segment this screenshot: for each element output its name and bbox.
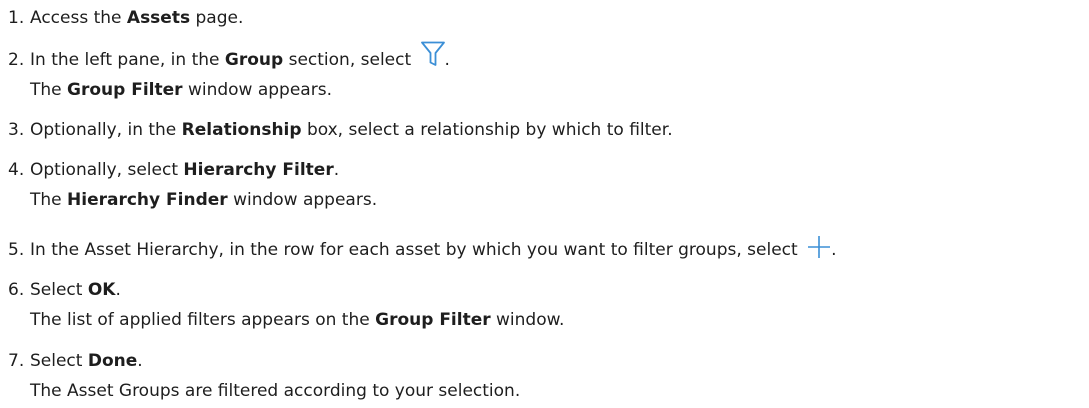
step-result: The Group Filter window appears. [30, 80, 332, 100]
step-instruction: In the left pane, in the Group section, … [30, 41, 450, 75]
plus-icon [807, 235, 831, 259]
step-instruction: In the Asset Hierarchy, in the row for e… [30, 235, 836, 265]
step-number: 3. [8, 120, 25, 140]
step-number: 6. [8, 280, 25, 300]
ui-term: Relationship [181, 120, 302, 140]
step-1: 1. Access the Assets page. [0, 3, 1089, 33]
ui-term: Hierarchy Filter [183, 160, 334, 180]
step-2: 2. In the left pane, in the Group sectio… [0, 41, 1089, 105]
step-number: 7. [8, 351, 25, 371]
step-instruction: Optionally, select Hierarchy Filter. [30, 160, 340, 180]
step-result: The Asset Groups are filtered according … [30, 381, 521, 401]
step-result: The list of applied filters appears on t… [30, 310, 565, 330]
ui-term: Group [224, 50, 284, 70]
step-7: 7. Select Done. The Asset Groups are fil… [0, 346, 1089, 406]
ui-term: OK [87, 280, 116, 300]
step-result: The Hierarchy Finder window appears. [30, 190, 378, 210]
step-number: 2. [8, 50, 25, 70]
step-number: 4. [8, 160, 25, 180]
step-instruction: Select Done. [30, 351, 143, 371]
ui-term: Group Filter [67, 80, 183, 100]
step-number: 1. [8, 8, 25, 28]
step-6: 6. Select OK. The list of applied filter… [0, 275, 1089, 335]
ui-term: Hierarchy Finder [67, 190, 228, 210]
filter-icon [420, 41, 445, 67]
step-number: 5. [8, 240, 25, 260]
ui-term: Done [87, 351, 138, 371]
ui-term: Group Filter [375, 310, 491, 330]
step-4: 4. Optionally, select Hierarchy Filter. … [0, 155, 1089, 215]
step-instruction: Optionally, in the Relationship box, sel… [30, 120, 673, 140]
step-3: 3. Optionally, in the Relationship box, … [0, 115, 1089, 145]
step-instruction: Access the Assets page. [30, 8, 244, 28]
step-5: 5. In the Asset Hierarchy, in the row fo… [0, 235, 1089, 265]
ui-term: Assets [126, 8, 191, 28]
step-instruction: Select OK. [30, 280, 121, 300]
